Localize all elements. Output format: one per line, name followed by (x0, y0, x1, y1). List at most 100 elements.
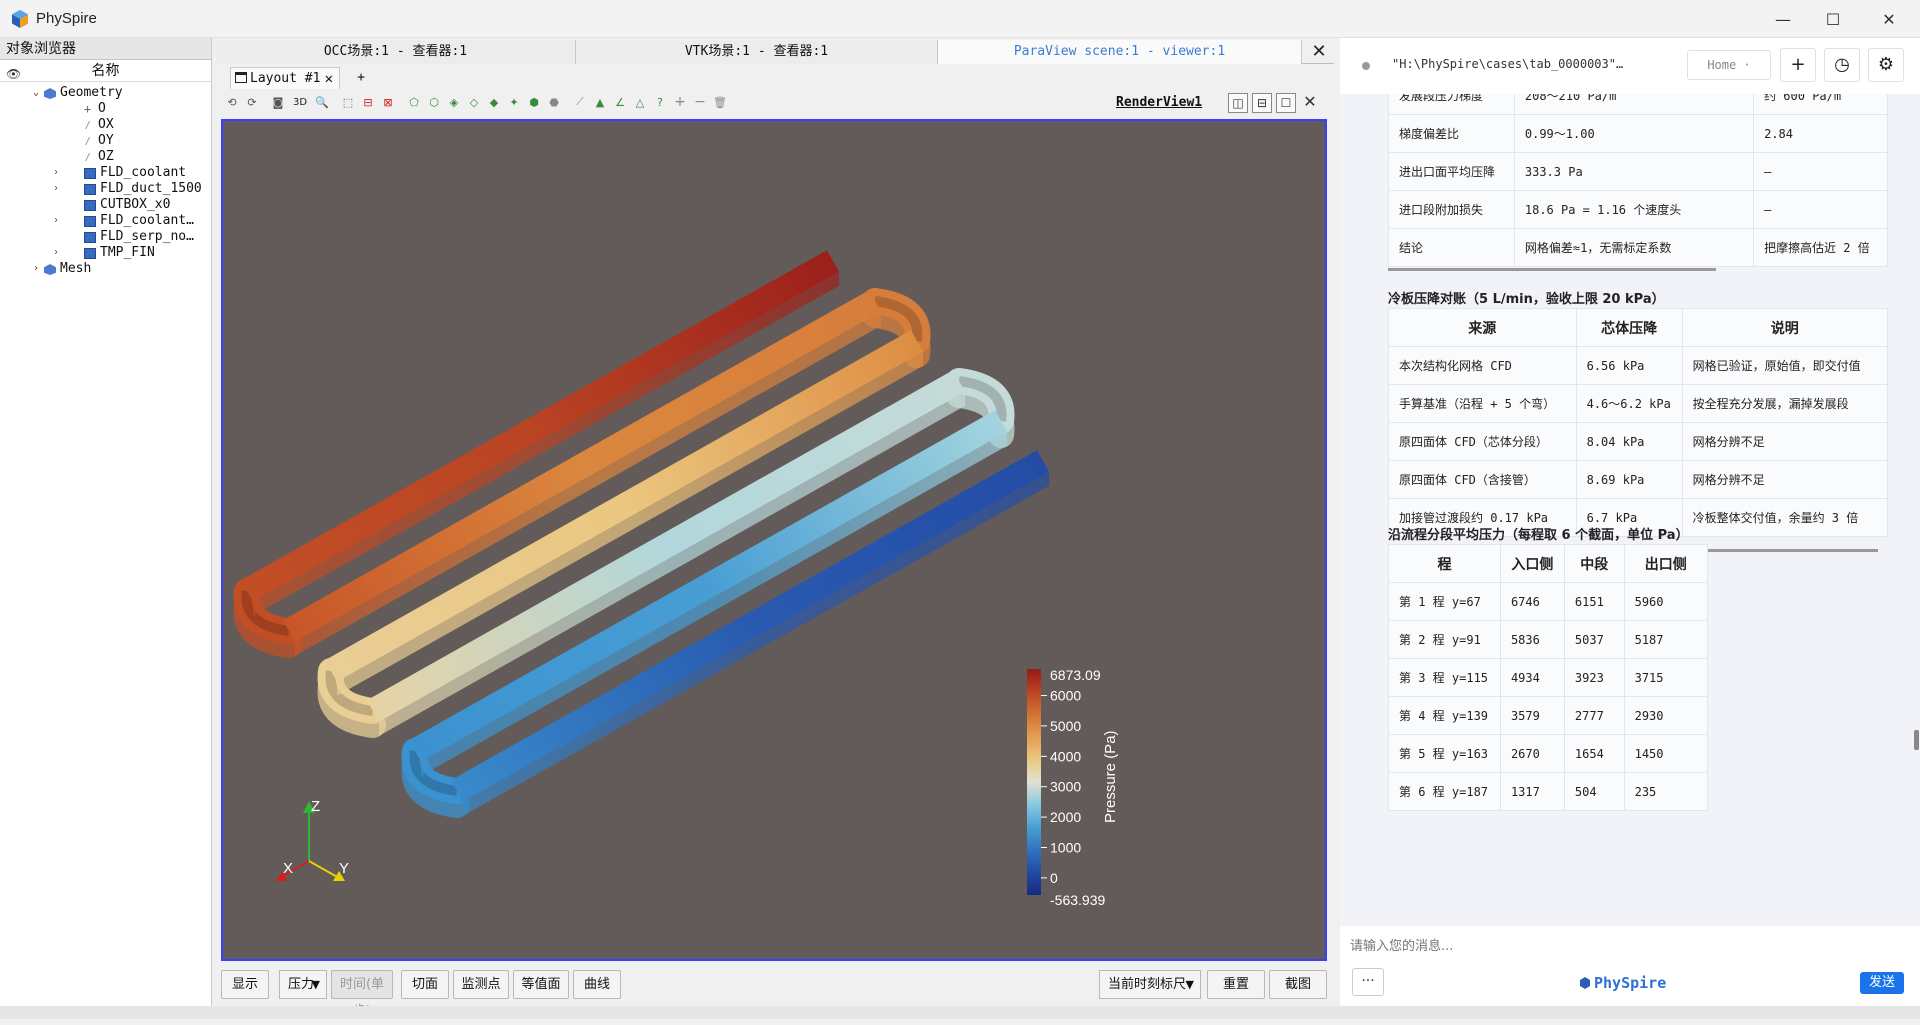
split-vertical-icon[interactable]: ⊟ (1252, 93, 1272, 113)
reset-camera-icon[interactable]: ⟲ (224, 94, 240, 110)
orientation-axes: Z X Y (275, 798, 349, 881)
close-view-icon[interactable]: ✕ (1300, 93, 1320, 113)
interactive-select-icon[interactable]: ◇ (466, 94, 482, 110)
3d-toggle-button[interactable]: 3D (292, 94, 308, 110)
add-icon[interactable]: + (672, 94, 688, 110)
home-button[interactable]: Home · (1687, 50, 1771, 80)
table-cell: 8.69 kPa (1575, 460, 1683, 499)
table-cell: 4.6～6.2 kPa (1575, 384, 1683, 423)
grow-selection-icon[interactable]: ⬢ (526, 94, 542, 110)
more-options-button[interactable]: ··· (1352, 968, 1384, 996)
table-header-cell: 来源 (1388, 308, 1577, 347)
minus-icon[interactable]: − (692, 94, 708, 110)
tab-occ-viewer[interactable]: OCC场景:1 - 查看器:1 (216, 40, 576, 64)
delete-icon[interactable]: 🗑 (712, 94, 728, 110)
tree-item[interactable]: › FLD_duct_1500 (0, 181, 211, 197)
time-scale-select[interactable]: 当前时刻标尺 ▼ (1099, 970, 1201, 999)
tree-item[interactable]: › TMP_FIN (0, 245, 211, 261)
tree-item[interactable]: + O (0, 101, 211, 117)
tree-item[interactable]: › FLD_coolant (0, 165, 211, 181)
add-layout-button[interactable]: + (346, 67, 376, 89)
tree-item[interactable]: CUTBOX_x0 (0, 197, 211, 213)
solid-icon (84, 216, 96, 227)
hover-points-icon[interactable]: ◆ (486, 94, 502, 110)
find-data-icon[interactable]: △ (632, 94, 648, 110)
reset-camera-closest-icon[interactable]: ⟳ (244, 94, 260, 110)
select-polygon-icon[interactable]: ◈ (446, 94, 462, 110)
tree-item-label: FLD_serp_no… (100, 229, 194, 244)
visibility-icon[interactable]: 👁 (6, 63, 21, 85)
select-cells-frustum-icon[interactable]: ⬠ (406, 94, 422, 110)
chevron-down-icon[interactable]: ⌄ (30, 85, 42, 101)
table-cell: 5187 (1623, 620, 1709, 659)
table-scrollbar[interactable] (1388, 268, 1716, 271)
tree-item[interactable]: FLD_serp_no… (0, 229, 211, 245)
contour-button[interactable]: 等值面 (513, 970, 569, 999)
close-button[interactable]: ✕ (1866, 4, 1912, 34)
camera-capture-icon[interactable]: ◙ (270, 94, 286, 110)
slice-button[interactable]: 切面 (401, 970, 449, 999)
section-title-segment-pressure: 沿流程分段平均压力（每程取 6 个截面，单位 Pa） (1388, 528, 1689, 543)
mesh-icon (44, 264, 56, 275)
chevron-right-icon[interactable]: › (50, 165, 62, 181)
table-row: 第 6 程 y=187 1317 504 235 (1388, 772, 1709, 811)
tree-item[interactable]: ⌄ Geometry (0, 85, 211, 101)
tree-item[interactable]: ⁄ OY (0, 133, 211, 149)
render-viewport[interactable]: Z X Y 6873.09 -563.939 6000 5000 4000 3000 2… (221, 119, 1327, 961)
select-points-icon[interactable]: ⊟ (360, 94, 376, 110)
probe-button[interactable]: 监测点 (453, 970, 509, 999)
tree-item[interactable]: ⁄ OZ (0, 149, 211, 165)
chat-messages[interactable]: 发展段压力梯度 208～210 Pa/m 约 600 Pa/m 梯度偏差比 0.99～1… (1340, 94, 1920, 946)
vertical-scrollbar-thumb[interactable] (1914, 730, 1919, 750)
select-blocks-icon[interactable]: ⊠ (380, 94, 396, 110)
chevron-right-icon[interactable]: › (30, 261, 42, 277)
more-icon: ··· (1361, 973, 1375, 989)
select-points-frustum-icon[interactable]: ⬡ (426, 94, 442, 110)
message-input[interactable] (1350, 932, 1910, 960)
angle-icon[interactable]: ∠ (612, 94, 628, 110)
table-cell: 按全程充分发展，漏掉发展段 (1681, 384, 1889, 423)
chevron-right-icon[interactable]: › (50, 213, 62, 229)
query-icon[interactable]: ? (652, 94, 668, 110)
maximize-view-icon[interactable]: ☐ (1276, 93, 1296, 113)
zoom-to-box-icon[interactable]: 🔍 (314, 94, 330, 110)
select-cells-icon[interactable]: ⬚ (340, 94, 356, 110)
gear-icon[interactable]: ⚙ (1868, 48, 1904, 82)
tab-vtk-viewer[interactable]: VTK场景:1 - 查看器:1 (576, 40, 938, 64)
reset-button[interactable]: 重置 (1207, 970, 1265, 999)
layout-window-icon (235, 72, 247, 83)
close-viewer-icon[interactable]: ✕ (1308, 42, 1330, 64)
table-cell: 504 (1563, 772, 1625, 811)
tree-item[interactable]: ⁄ OX (0, 117, 211, 133)
chevron-right-icon[interactable]: › (50, 181, 62, 197)
triangle-icon[interactable]: ▲ (592, 94, 608, 110)
shrink-selection-icon[interactable]: ⬣ (546, 94, 562, 110)
send-button[interactable]: 发送 (1860, 972, 1904, 994)
tree-item[interactable]: › Mesh (0, 261, 211, 277)
screenshot-button[interactable]: 截图 (1269, 970, 1327, 999)
new-chat-icon[interactable]: + (1780, 48, 1816, 82)
split-horizontal-icon[interactable]: ◫ (1228, 93, 1248, 113)
table-row: 第 3 程 y=115 4934 3923 3715 (1388, 658, 1709, 697)
close-layout-icon[interactable]: ✕ (325, 68, 333, 90)
minimize-button[interactable]: — (1760, 4, 1806, 34)
display-button[interactable]: 显示 (221, 970, 269, 999)
history-icon[interactable]: ◷ (1824, 48, 1860, 82)
axis-icon: ⁄ (84, 134, 92, 148)
time-scale-value: 当前时刻标尺 (1108, 977, 1187, 992)
curve-button[interactable]: 曲线 (573, 970, 621, 999)
chat-panel: "H:\PhySpire\cases\tab_0000003"… Home · … (1340, 38, 1920, 1006)
case-path: "H:\PhySpire\cases\tab_0000003"… (1392, 57, 1624, 71)
hover-cells-icon[interactable]: ✦ (506, 94, 522, 110)
tab-layout-1[interactable]: Layout #1 ✕ (230, 67, 340, 89)
tree-item[interactable]: › FLD_coolant… (0, 213, 211, 229)
chevron-right-icon[interactable]: › (50, 245, 62, 261)
variable-select-value: 压力 (288, 977, 315, 992)
table-header-cell: 说明 (1681, 308, 1889, 347)
ruler-icon[interactable]: ⟋ (572, 94, 588, 110)
variable-select[interactable]: 压力 ▼ (279, 970, 327, 999)
colorbar-tick-label: 0 (1050, 870, 1058, 886)
maximize-button[interactable]: ☐ (1810, 4, 1856, 34)
time-step-button[interactable]: 时间(单步) (331, 970, 393, 1019)
tab-paraview-viewer[interactable]: ParaView scene:1 - viewer:1 (938, 40, 1302, 64)
